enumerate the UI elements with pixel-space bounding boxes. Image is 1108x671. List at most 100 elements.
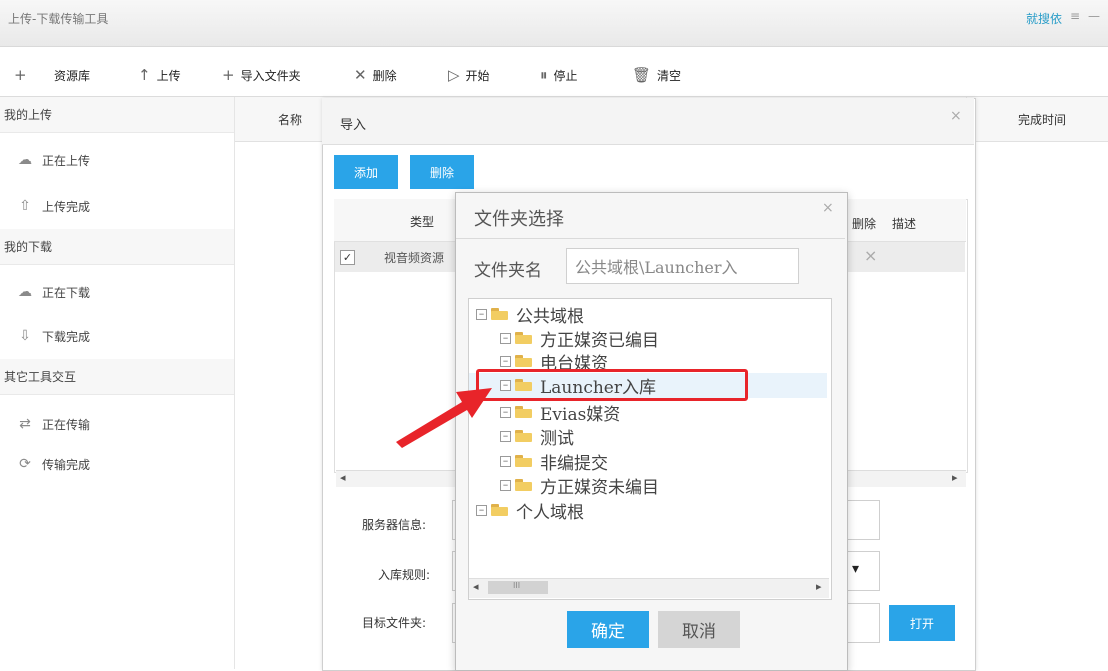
scroll-grip-icon: III [513,581,521,590]
tree-node-uncatalogued[interactable]: − 方正媒资未编目 [500,473,659,498]
folder-icon [515,355,532,367]
collapse-icon[interactable]: − [500,455,511,467]
sidebar-item-download-done[interactable]: ⇩ 下载完成 [16,327,90,345]
annotation-arrow-icon [396,388,492,448]
plus-icon: + [14,66,27,84]
folder-icon [515,332,532,344]
user-name[interactable]: 就搜依 [1026,10,1062,27]
sidebar-item-label: 正在传输 [42,417,91,432]
sidebar-item-transferring[interactable]: ⇄ 正在传输 [16,415,90,433]
tree-node-label: 方正媒资已编目 [540,330,659,351]
column-type: 类型 [410,215,435,229]
sidebar-item-label: 正在上传 [42,153,91,168]
tree-node-nle[interactable]: − 非编提交 [500,449,608,474]
rule-label: 入库规则: [378,568,431,582]
toolbar: + 资源库 ↑ 上传 + 导入文件夹 ✕ 删除 ▷ 开始 ⏸ 停止 🗑 清空 [0,52,1108,97]
folder-name-input[interactable] [566,248,799,284]
tree-node-label: 个人域根 [516,502,584,523]
download-done-icon: ⇩ [19,328,31,344]
tree-node-evias[interactable]: − Evias媒资 [500,400,621,425]
cancel-button[interactable]: 取消 [658,611,740,648]
tree-node-test[interactable]: − 测试 [500,424,574,449]
sidebar-section-downloads[interactable]: 我的下载 [0,229,234,265]
import-dialog-header [322,98,974,145]
tree-node-public-root[interactable]: − 公共域根 [476,302,584,327]
close-icon[interactable]: × [950,108,962,124]
cloud-upload-icon: ☁ [18,152,32,168]
folder-icon [515,455,532,467]
server-info-label: 服务器信息: [362,518,427,532]
add-button[interactable]: + [14,66,27,84]
import-folder-label: 导入文件夹 [240,68,301,83]
stop-button[interactable]: ⏸ 停止 [540,66,578,84]
app-title: 上传-下载传输工具 [8,12,109,26]
tree-node-personal-root[interactable]: − 个人域根 [476,498,584,523]
close-icon[interactable]: × [822,200,834,216]
clear-button[interactable]: 🗑 清空 [632,66,681,84]
sidebar-item-downloading[interactable]: ☁ 正在下载 [16,283,90,301]
menu-icon[interactable]: ≡ [1070,9,1080,23]
scroll-right-icon[interactable]: ▸ [952,471,958,484]
collapse-icon[interactable]: − [500,355,511,367]
tree-node-label: 方正媒资未编目 [540,477,659,498]
sidebar-item-label: 正在下载 [42,285,91,300]
sidebar-item-label: 传输完成 [42,457,91,472]
collapse-icon[interactable]: − [476,504,487,516]
folder-icon [515,430,532,442]
tree-node-label: Evias媒资 [540,404,621,425]
sidebar-item-transfer-done[interactable]: ⟳ 传输完成 [16,455,90,473]
upload-done-icon: ⇧ [19,198,31,214]
pause-icon: ⏸ [540,66,548,84]
delete-button[interactable]: ✕ 删除 [354,66,397,84]
folder-icon [491,308,508,320]
upload-label: 上传 [156,68,181,83]
remove-file-button[interactable]: 删除 [410,155,474,189]
sidebar-item-uploading[interactable]: ☁ 正在上传 [16,151,90,169]
shuffle-icon: ⇄ [19,416,31,432]
play-icon: ▷ [448,66,460,84]
transfer-done-icon: ⟳ [19,456,31,472]
column-name[interactable]: 名称 [278,111,302,128]
start-button[interactable]: ▷ 开始 [448,66,490,84]
row-delete-icon[interactable]: × [864,246,877,265]
confirm-button[interactable]: 确定 [567,611,649,648]
close-icon: ✕ [354,66,367,84]
sidebar-item-upload-done[interactable]: ⇧ 上传完成 [16,197,90,215]
collapse-icon[interactable]: − [500,332,511,344]
sidebar-section-other-tools[interactable]: 其它工具交互 [0,359,234,395]
sidebar-item-label: 下载完成 [42,329,91,344]
resource-library-label: 资源库 [54,68,91,83]
scroll-left-icon[interactable]: ◂ [340,471,346,484]
start-label: 开始 [465,68,490,83]
stop-label: 停止 [553,68,578,83]
column-description: 描述 [892,217,917,231]
open-button[interactable]: 打开 [889,605,955,641]
upload-button[interactable]: ↑ 上传 [138,66,181,84]
folder-icon [515,406,532,418]
add-file-button[interactable]: 添加 [334,155,398,189]
arrow-up-icon: ↑ [138,66,151,84]
title-bar [0,0,1108,47]
sidebar: 我的上传 ☁ 正在上传 ⇧ 上传完成 我的下载 ☁ 正在下载 ⇩ 下载完成 其它工具交互… [0,97,235,669]
chevron-down-icon[interactable]: ▾ [852,561,859,577]
scroll-left-icon[interactable]: ◂ [473,580,479,593]
folder-name-label: 文件夹名 [474,261,542,281]
tree-node-label: 非编提交 [540,453,608,474]
plus-icon: + [222,66,235,84]
tree-node-label: 公共域根 [516,306,584,327]
collapse-icon[interactable]: − [500,479,511,491]
folder-dialog-title: 文件夹选择 [474,209,564,230]
collapse-icon[interactable]: − [476,308,487,320]
sidebar-item-label: 上传完成 [42,199,91,214]
row-checkbox[interactable]: ✓ [340,250,355,265]
resource-library-button[interactable]: 资源库 [54,66,90,84]
clear-label: 清空 [657,68,682,83]
sidebar-section-uploads[interactable]: 我的上传 [0,97,234,133]
import-folder-button[interactable]: + 导入文件夹 [222,66,301,84]
minimize-icon[interactable]: — [1088,9,1100,23]
tree-node-catalogued[interactable]: − 方正媒资已编目 [500,326,659,351]
scroll-right-icon[interactable]: ▸ [816,580,822,593]
import-dialog-title: 导入 [340,118,367,133]
cloud-download-icon: ☁ [18,284,32,300]
column-complete-time[interactable]: 完成时间 [1018,111,1066,128]
